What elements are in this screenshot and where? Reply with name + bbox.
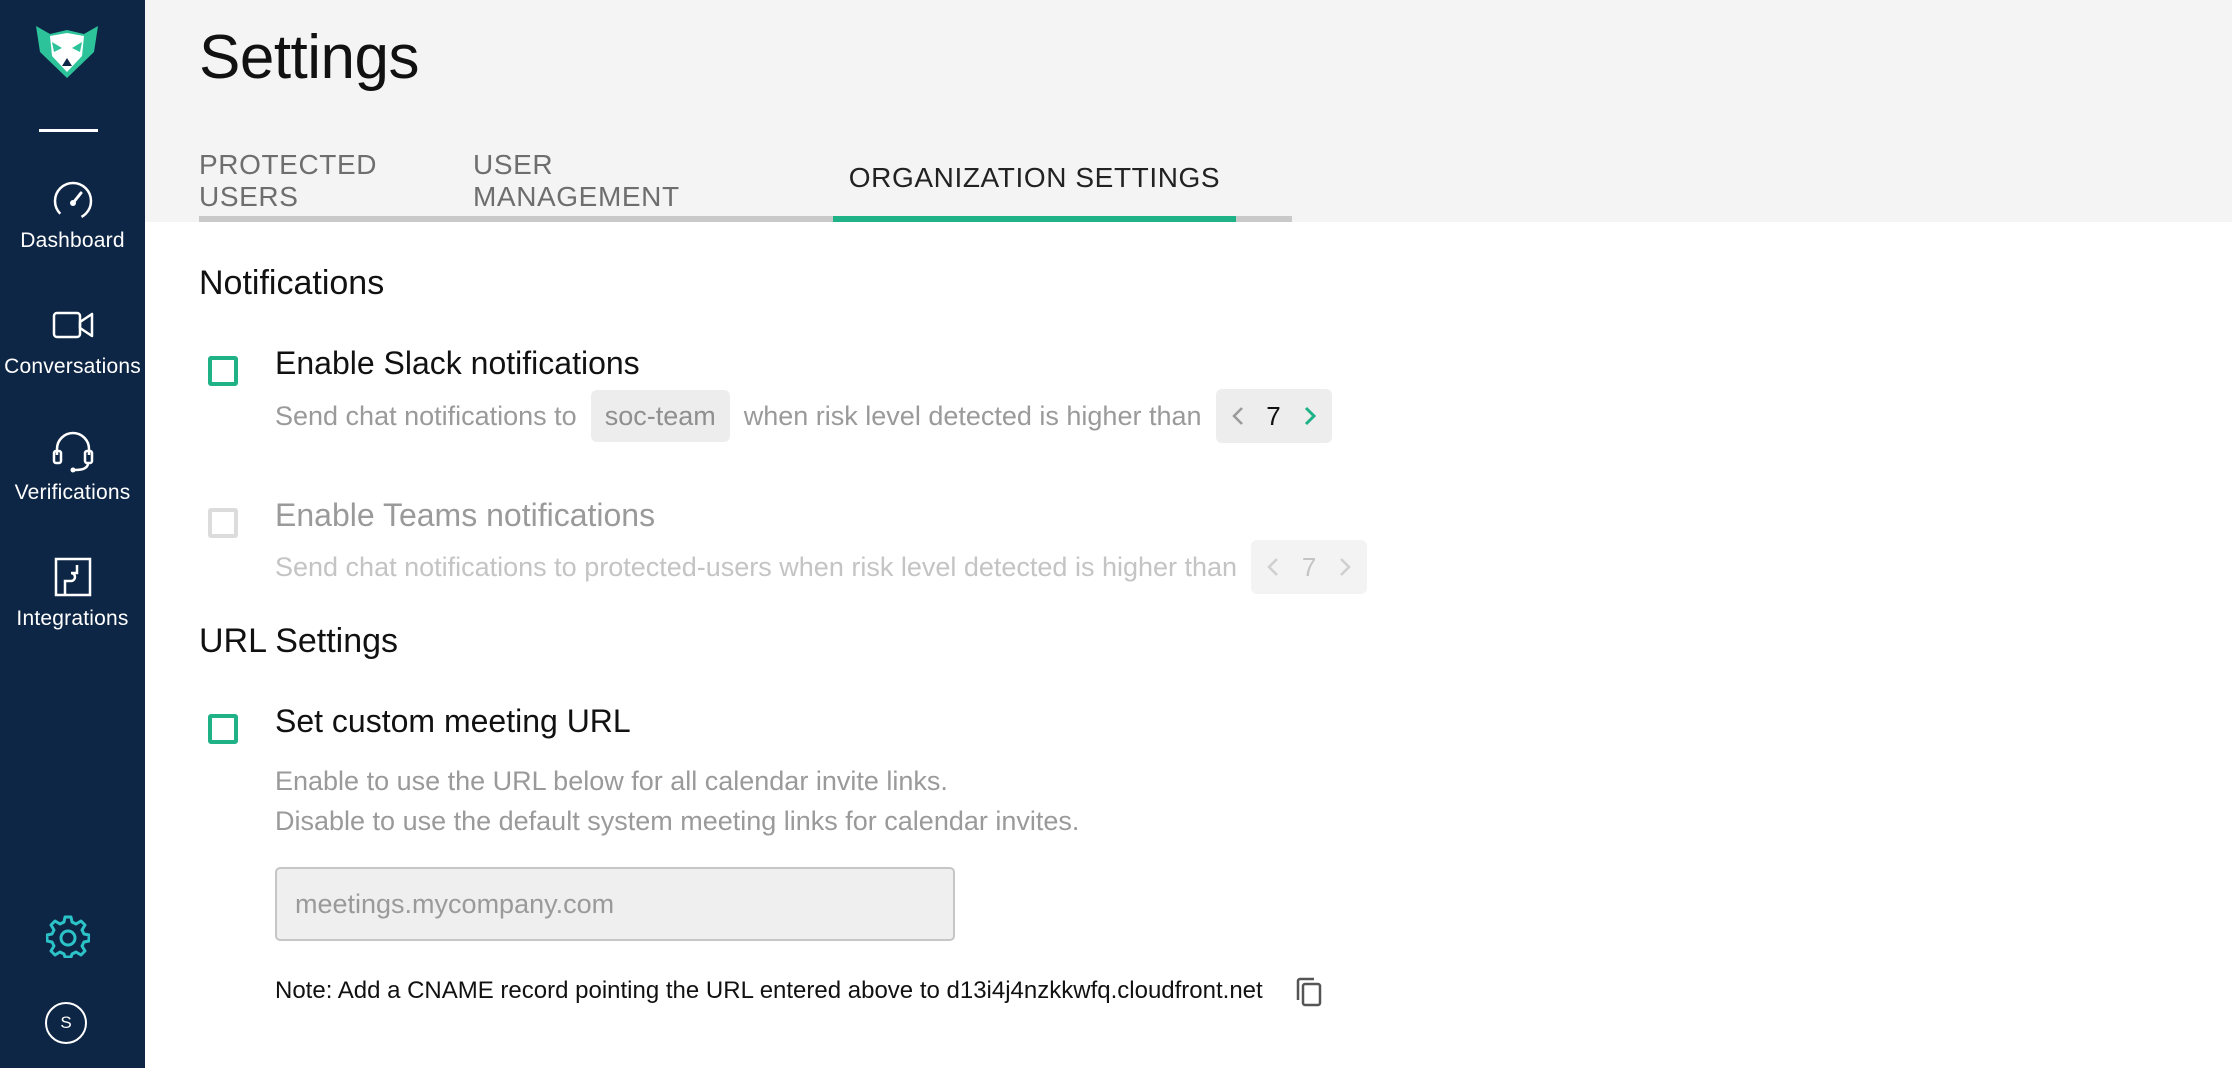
tab-user-management[interactable]: USER MANAGEMENT bbox=[473, 140, 753, 222]
tab-bar: PROTECTED USERS USER MANAGEMENT ORGANIZA… bbox=[199, 140, 1292, 222]
slack-notifications-row: Send chat notifications to soc-team when… bbox=[275, 389, 1332, 443]
sidebar-item-integrations[interactable]: Integrations bbox=[0, 555, 145, 665]
risk-level-value: 7 bbox=[1301, 551, 1317, 582]
puzzle-icon bbox=[54, 557, 91, 597]
slack-channel-chip[interactable]: soc-team bbox=[590, 390, 730, 442]
custom-meeting-url-label: Set custom meeting URL bbox=[275, 703, 631, 739]
page-header: Settings PROTECTED USERS USER MANAGEMENT… bbox=[145, 0, 2232, 222]
slack-text-after: when risk level detected is higher than bbox=[743, 400, 1202, 431]
decrement-button[interactable] bbox=[1263, 554, 1283, 580]
app-logo[interactable] bbox=[34, 22, 100, 80]
chevron-right-icon bbox=[1304, 406, 1316, 426]
page-title: Settings bbox=[199, 23, 420, 92]
risk-level-value: 7 bbox=[1266, 400, 1281, 431]
sidebar-item-label: Integrations bbox=[16, 607, 129, 630]
decrement-button[interactable] bbox=[1228, 403, 1248, 429]
increment-button[interactable] bbox=[1335, 554, 1355, 580]
teams-text: Send chat notifications to protected-use… bbox=[275, 551, 1238, 582]
teams-risk-level-stepper: 7 bbox=[1251, 540, 1368, 594]
teams-notifications-label: Enable Teams notifications bbox=[275, 497, 656, 533]
url-settings-section-title: URL Settings bbox=[199, 622, 399, 660]
slack-notifications-checkbox[interactable] bbox=[208, 356, 238, 386]
notifications-section-title: Notifications bbox=[199, 264, 385, 302]
tab-protected-users[interactable]: PROTECTED USERS bbox=[199, 140, 473, 222]
chevron-right-icon bbox=[1340, 558, 1351, 576]
sidebar-item-conversations[interactable]: Conversations bbox=[0, 303, 145, 413]
teams-notifications-row: Send chat notifications to protected-use… bbox=[275, 540, 1368, 594]
sidebar-item-label: Conversations bbox=[4, 355, 141, 378]
tab-organization-settings[interactable]: ORGANIZATION SETTINGS bbox=[833, 140, 1236, 222]
sidebar-item-verifications[interactable]: Verifications bbox=[0, 429, 145, 539]
custom-url-description-line-2: Disable to use the default system meetin… bbox=[275, 806, 1080, 836]
increment-button[interactable] bbox=[1300, 403, 1320, 429]
video-camera-icon bbox=[52, 311, 93, 339]
avatar[interactable]: S bbox=[45, 1002, 87, 1044]
slack-notifications-label: Enable Slack notifications bbox=[275, 345, 640, 381]
sidebar-item-dashboard[interactable]: Dashboard bbox=[0, 177, 145, 287]
headset-icon bbox=[52, 431, 93, 473]
custom-meeting-url-checkbox[interactable] bbox=[208, 714, 238, 744]
speedometer-icon bbox=[53, 181, 92, 221]
slack-risk-level-stepper: 7 bbox=[1215, 389, 1332, 443]
chevron-left-icon bbox=[1231, 407, 1243, 425]
chevron-left-icon bbox=[1267, 558, 1278, 576]
sidebar-item-label: Dashboard bbox=[20, 229, 125, 252]
custom-url-description-line-1: Enable to use the URL below for all cale… bbox=[275, 766, 948, 796]
sidebar: Dashboard Conversations Verifications In… bbox=[0, 0, 145, 1068]
slack-text-before: Send chat notifications to bbox=[275, 400, 577, 431]
copy-icon[interactable] bbox=[1294, 976, 1324, 1008]
sidebar-divider bbox=[39, 129, 98, 132]
gear-icon[interactable] bbox=[46, 914, 90, 958]
custom-meeting-url-input[interactable] bbox=[275, 867, 955, 941]
wolf-logo-icon bbox=[36, 26, 98, 78]
sidebar-item-label: Verifications bbox=[14, 481, 131, 504]
cname-note: Note: Add a CNAME record pointing the UR… bbox=[275, 977, 1263, 1004]
teams-notifications-checkbox[interactable] bbox=[208, 508, 238, 538]
